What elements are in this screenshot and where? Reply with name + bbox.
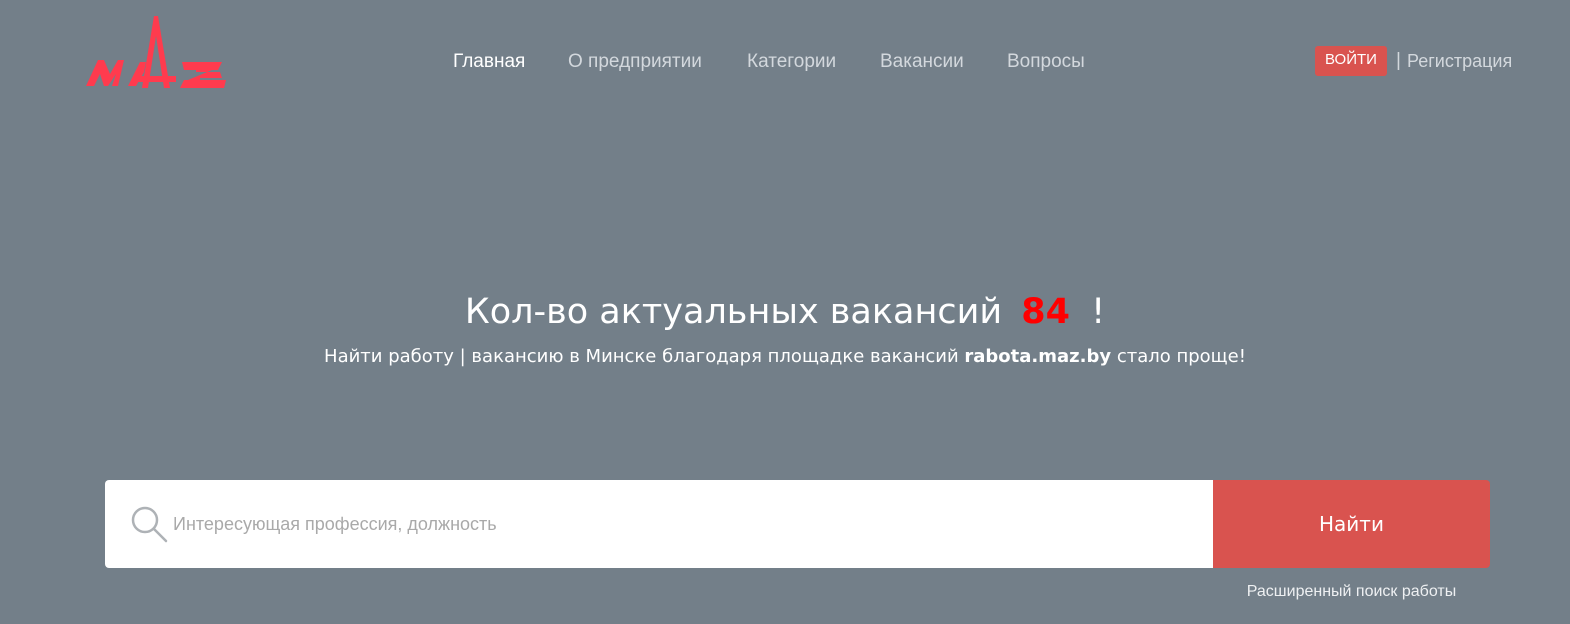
- vacancy-count: 84: [1021, 292, 1070, 332]
- register-link[interactable]: Регистрация: [1407, 49, 1512, 73]
- nav-vacancies[interactable]: Вакансии: [880, 50, 964, 74]
- search-button[interactable]: Найти: [1213, 480, 1490, 568]
- hero-title: Кол-во актуальных вакансий 84 !: [0, 290, 1570, 334]
- nav-categories[interactable]: Категории: [747, 50, 836, 74]
- hero-subtitle-suffix: стало проще!: [1116, 346, 1246, 367]
- nav-about[interactable]: О предприятии: [568, 50, 702, 74]
- hero-subtitle-site: rabota.maz.by: [964, 346, 1112, 367]
- auth-separator: |: [1396, 50, 1401, 71]
- hero-title-prefix: Кол-во актуальных вакансий: [464, 292, 1003, 332]
- search-input[interactable]: [173, 502, 1193, 546]
- search-box: [105, 480, 1213, 568]
- advanced-search-link[interactable]: Расширенный поиск работы: [1213, 581, 1490, 603]
- search-icon: [129, 504, 169, 544]
- login-button[interactable]: ВОЙТИ: [1315, 46, 1387, 76]
- nav-faq[interactable]: Вопросы: [1007, 50, 1085, 74]
- hero-title-suffix: !: [1091, 292, 1106, 332]
- hero-subtitle: Найти работу | вакансию в Минске благода…: [0, 344, 1570, 370]
- nav-home[interactable]: Главная: [453, 50, 525, 74]
- hero-subtitle-prefix: Найти работу | вакансию в Минске благода…: [324, 346, 959, 367]
